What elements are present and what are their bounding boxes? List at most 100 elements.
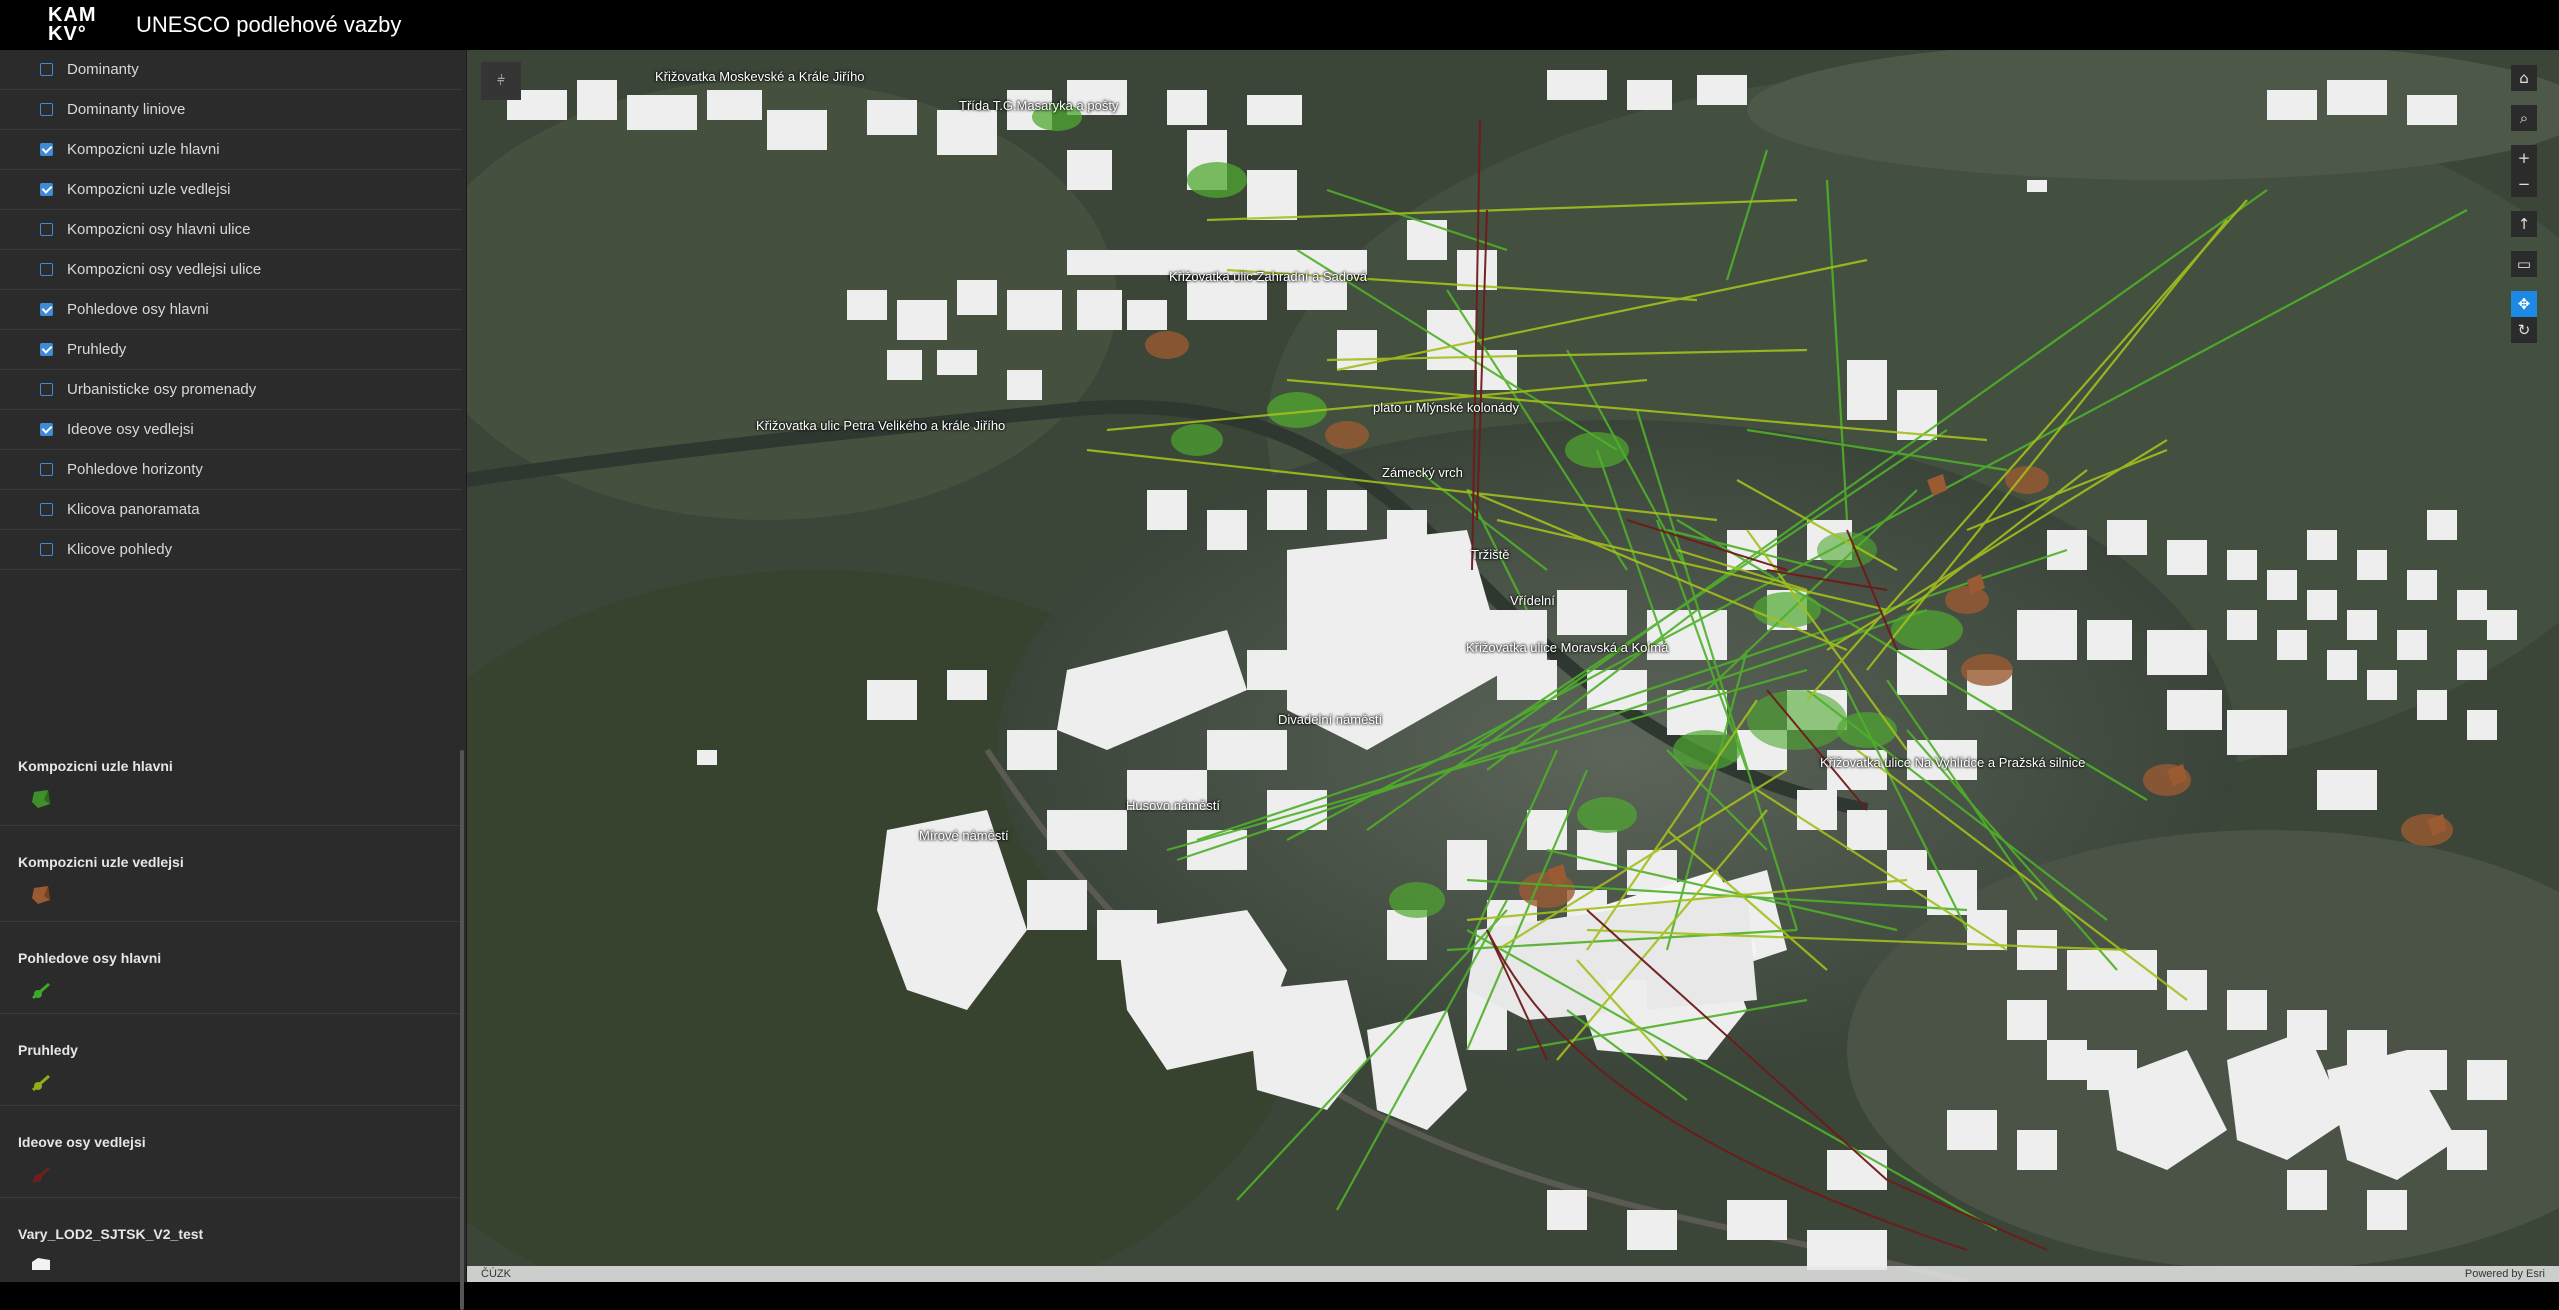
- layer-item[interactable]: Kompozicni osy hlavni ulice: [0, 210, 462, 250]
- layer-checkbox[interactable]: [40, 63, 53, 76]
- attribution-source: ČÚZK: [481, 1268, 511, 1280]
- logo-line-2: KV°: [48, 23, 87, 45]
- layer-checkbox[interactable]: [40, 343, 53, 356]
- layer-label: Klicove pohledy: [67, 541, 173, 558]
- map-label: Husovo náměstí: [1126, 798, 1220, 813]
- layer-item[interactable]: Dominanty: [0, 50, 462, 90]
- compass-button[interactable]: ↑: [2511, 211, 2537, 237]
- map-label: Křižovatka ulic Zahradní a Sadová: [1169, 269, 1367, 284]
- layer-checkbox[interactable]: [40, 383, 53, 396]
- legend-item: Vary_LOD2_SJTSK_V2_test: [0, 1198, 462, 1278]
- building-symbol-icon: [32, 1258, 50, 1270]
- rotate-button[interactable]: ↻: [2511, 317, 2537, 343]
- legend-title: Pohledove osy hlavni: [18, 950, 162, 966]
- map-label: Vřídelní: [1510, 593, 1555, 608]
- line-symbol-icon: [32, 982, 50, 1000]
- layer-label: Kompozicni uzle vedlejsi: [67, 181, 231, 198]
- map-label: Křižovatka ulice Moravská a Kolmá: [1466, 640, 1669, 655]
- attribution-powered-by[interactable]: Powered by Esri: [2465, 1268, 2545, 1280]
- map-label: Křižovatka ulice Na Vyhlídce a Pražská s…: [1820, 755, 2086, 770]
- map-label: Křižovatka Moskevské a Krále Jiřího: [655, 69, 865, 84]
- layer-label: Urbanisticke osy promenady: [67, 381, 257, 398]
- map-label: Křižovatka ulic Petra Velikého a krále J…: [756, 418, 1006, 433]
- layer-checkbox[interactable]: [40, 303, 53, 316]
- map-canvas[interactable]: [467, 50, 2559, 1282]
- layer-label: Dominanty: [67, 61, 139, 78]
- legend-item: Kompozicni uzle hlavni: [0, 730, 462, 826]
- map-label: plato u Mlýnské kolonády: [1373, 400, 1519, 415]
- layer-label: Kompozicni osy vedlejsi ulice: [67, 261, 262, 278]
- legend-title: Pruhledy: [18, 1042, 78, 1058]
- pan-icon: ✥: [2517, 295, 2531, 313]
- zoom-out-icon: −: [2517, 175, 2531, 193]
- measure-button[interactable]: ▭: [2511, 251, 2537, 277]
- layer-checkbox[interactable]: [40, 463, 53, 476]
- layer-checkbox[interactable]: [40, 223, 53, 236]
- legend-title: Kompozicni uzle hlavni: [18, 758, 173, 774]
- layer-checkbox[interactable]: [40, 423, 53, 436]
- legend-title: Kompozicni uzle vedlejsi: [18, 854, 184, 870]
- layer-item[interactable]: Klicova panoramata: [0, 490, 462, 530]
- layer-item[interactable]: Pohledove osy hlavni: [0, 290, 462, 330]
- legend-panel: Kompozicni uzle hlavni Kompozicni uzle v…: [0, 730, 462, 1278]
- line-symbol-icon: [32, 1074, 50, 1092]
- layer-checkbox[interactable]: [40, 103, 53, 116]
- layer-item[interactable]: Urbanisticke osy promenady: [0, 370, 462, 410]
- measure-icon: ▭: [2516, 255, 2532, 273]
- layer-item[interactable]: Kompozicni uzle hlavni: [0, 130, 462, 170]
- polygon-symbol-icon: [32, 886, 50, 904]
- layer-label: Pruhledy: [67, 341, 127, 358]
- layer-checkbox[interactable]: [40, 263, 53, 276]
- app-header: KAM KV° UNESCO podlehové vazby: [0, 0, 2559, 50]
- zoom-out-button[interactable]: −: [2511, 171, 2537, 197]
- layer-checkbox[interactable]: [40, 183, 53, 196]
- polygon-symbol-icon: [32, 790, 50, 808]
- layer-item[interactable]: Klicove pohledy: [0, 530, 462, 570]
- search-icon: ⌕: [2519, 109, 2529, 127]
- zoom-in-button[interactable]: +: [2511, 145, 2537, 171]
- attribution-bar: ČÚZK Powered by Esri: [467, 1266, 2559, 1282]
- legend-item: Ideove osy vedlejsi: [0, 1106, 462, 1198]
- layer-label: Kompozicni uzle hlavni: [67, 141, 220, 158]
- map-label: Divadelní náměstí: [1278, 712, 1383, 727]
- layer-label: Dominanty liniove: [67, 101, 186, 118]
- tools-icon: ⫩: [496, 73, 506, 89]
- layer-label: Ideove osy vedlejsi: [67, 421, 194, 438]
- legend-item: Kompozicni uzle vedlejsi: [0, 826, 462, 922]
- layer-item[interactable]: Pruhledy: [0, 330, 462, 370]
- layer-item[interactable]: Ideove osy vedlejsi: [0, 410, 462, 450]
- compass-icon: ↑: [2517, 215, 2531, 233]
- home-icon: ⌂: [2519, 69, 2529, 87]
- rotate-icon: ↻: [2517, 321, 2531, 339]
- layer-item[interactable]: Kompozicni osy vedlejsi ulice: [0, 250, 462, 290]
- layer-item[interactable]: Pohledove horizonty: [0, 450, 462, 490]
- map-view[interactable]: Křižovatka Moskevské a Krále Jiřího Tříd…: [467, 50, 2559, 1282]
- sidebar: Dominanty Dominanty liniove Kompozicni u…: [0, 50, 467, 1310]
- pan-button[interactable]: ✥: [2511, 291, 2537, 317]
- layer-checkbox[interactable]: [40, 543, 53, 556]
- legend-item: Pohledove osy hlavni: [0, 922, 462, 1014]
- search-button[interactable]: ⌕: [2511, 105, 2537, 131]
- sidebar-scrollbar[interactable]: [460, 750, 464, 1310]
- layer-label: Klicova panoramata: [67, 501, 200, 518]
- layer-checkbox[interactable]: [40, 143, 53, 156]
- map-label: Zámecký vrch: [1382, 465, 1463, 480]
- app-logo[interactable]: KAM KV°: [48, 5, 96, 45]
- layer-list: Dominanty Dominanty liniove Kompozicni u…: [0, 50, 462, 570]
- map-label: Mírové náměstí: [919, 828, 1009, 843]
- line-symbol-icon: [32, 1166, 50, 1184]
- layer-label: Pohledove osy hlavni: [67, 301, 209, 318]
- app-title: UNESCO podlehové vazby: [136, 12, 402, 37]
- home-button[interactable]: ⌂: [2511, 65, 2537, 91]
- layer-checkbox[interactable]: [40, 503, 53, 516]
- legend-title: Ideove osy vedlejsi: [18, 1134, 146, 1150]
- map-label: Tržiště: [1471, 547, 1510, 562]
- layer-item[interactable]: Dominanty liniove: [0, 90, 462, 130]
- map-label: Třída T.G.Masaryka a pošty: [959, 98, 1119, 113]
- layer-label: Pohledove horizonty: [67, 461, 203, 478]
- layer-toggle-button[interactable]: ⫩: [481, 62, 521, 100]
- layer-item[interactable]: Kompozicni uzle vedlejsi: [0, 170, 462, 210]
- legend-item: Pruhledy: [0, 1014, 462, 1106]
- layer-label: Kompozicni osy hlavni ulice: [67, 221, 251, 238]
- legend-title: Vary_LOD2_SJTSK_V2_test: [18, 1226, 204, 1242]
